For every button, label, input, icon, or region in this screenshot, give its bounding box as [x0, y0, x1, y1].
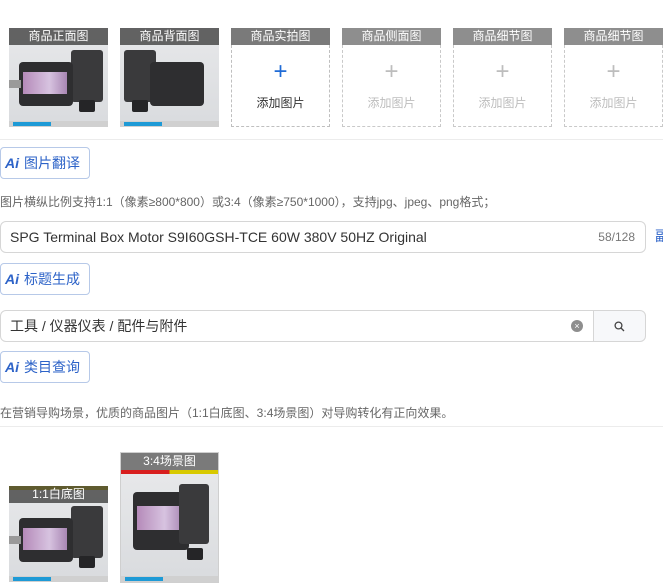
- category-search-button[interactable]: [593, 310, 646, 342]
- add-image-label: 添加图片: [478, 96, 527, 110]
- ai-icon: Ai: [5, 271, 19, 287]
- scene-label: 3:4场景图: [121, 453, 218, 470]
- image-translate-button[interactable]: Ai 图片翻译: [0, 147, 90, 179]
- plus-icon: +: [384, 58, 399, 85]
- image-slot-detail-1[interactable]: 商品细节图 + 添加图片: [453, 28, 552, 127]
- image-slot-back[interactable]: 商品背面图: [120, 28, 219, 127]
- image-slot-label: 商品侧面图: [342, 28, 441, 45]
- category-input-value: 工具 / 仪器仪表 / 配件与附件: [10, 318, 188, 334]
- plus-icon: +: [273, 58, 288, 85]
- category-query-button[interactable]: Ai 类目查询: [0, 351, 90, 383]
- add-image-button[interactable]: + 添加图片: [453, 45, 552, 127]
- plus-icon: +: [495, 58, 510, 85]
- title-input-value: SPG Terminal Box Motor S9I60GSH-TCE 60W …: [10, 229, 427, 245]
- image-slot-label: 商品细节图: [564, 28, 663, 45]
- add-image-button[interactable]: + 添加图片: [231, 45, 330, 127]
- section-divider: [0, 139, 663, 140]
- image-slot-real-shot[interactable]: 商品实拍图 + 添加图片: [231, 28, 330, 127]
- add-image-button[interactable]: + 添加图片: [564, 45, 663, 127]
- section-divider: [0, 426, 663, 427]
- image-slot-detail-2[interactable]: 商品细节图 + 添加图片: [564, 28, 663, 127]
- image-translate-label: 图片翻译: [24, 155, 80, 171]
- image-slot-front[interactable]: 商品正面图: [9, 28, 108, 127]
- ai-icon: Ai: [5, 359, 19, 375]
- image-slot-label: 商品细节图: [453, 28, 552, 45]
- edge-link-text[interactable]: 副: [655, 226, 663, 246]
- white-bg-label: 1:1白底图: [9, 486, 108, 503]
- category-input[interactable]: 工具 / 仪器仪表 / 配件与附件 ×: [0, 310, 594, 342]
- title-char-count: 58/128: [598, 230, 635, 244]
- image-slot-side[interactable]: 商品侧面图 + 添加图片: [342, 28, 441, 127]
- title-input[interactable]: SPG Terminal Box Motor S9I60GSH-TCE 60W …: [0, 221, 646, 253]
- plus-icon: +: [606, 58, 621, 85]
- add-image-label: 添加图片: [589, 96, 638, 110]
- white-bg-image-slot[interactable]: 1:1白底图: [9, 486, 108, 582]
- image-slot-label: 商品实拍图: [231, 28, 330, 45]
- image-slot-label: 商品背面图: [120, 28, 219, 45]
- title-generate-label: 标题生成: [24, 271, 80, 287]
- scene-photo: [121, 470, 218, 582]
- guide-hint-text: 在营销导购场景，优质的商品图片（1:1白底图、3:4场景图）对导购转化有正向效果…: [0, 406, 454, 420]
- image-slot-label: 商品正面图: [9, 28, 108, 45]
- scene-image-slot[interactable]: 3:4场景图: [120, 452, 219, 583]
- title-generate-button[interactable]: Ai 标题生成: [0, 263, 90, 295]
- add-image-label: 添加图片: [256, 96, 305, 110]
- clear-icon[interactable]: ×: [571, 320, 583, 332]
- image-hint-text: 图片横纵比例支持1:1（像素≥800*800）或3:4（像素≥750*1000）…: [0, 195, 496, 209]
- category-query-label: 类目查询: [24, 359, 80, 375]
- ai-icon: Ai: [5, 155, 19, 171]
- add-image-label: 添加图片: [367, 96, 416, 110]
- add-image-button[interactable]: + 添加图片: [342, 45, 441, 127]
- search-icon: [614, 320, 625, 331]
